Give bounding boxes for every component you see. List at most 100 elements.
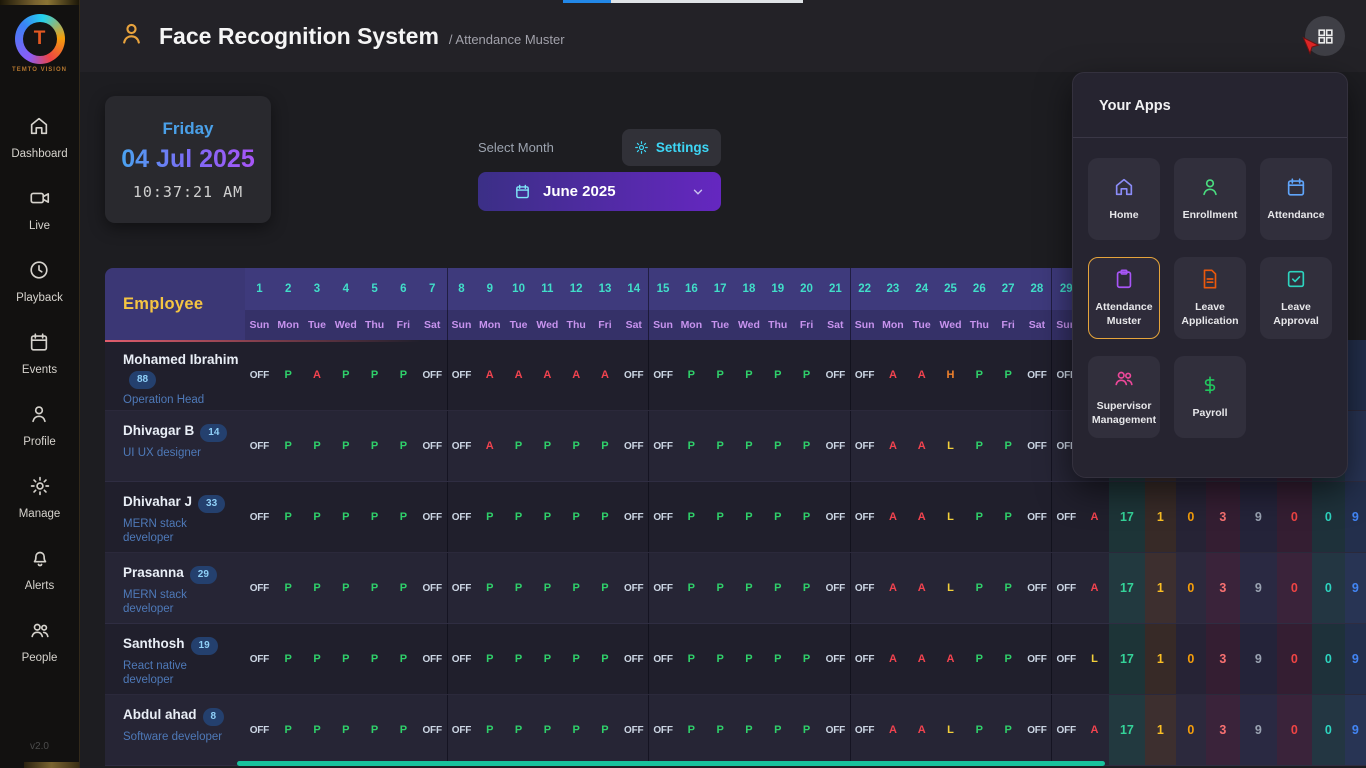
sidebar-item-label: Playback: [16, 292, 63, 304]
sidebar-item-dashboard[interactable]: Dashboard: [11, 115, 67, 160]
summary-cell: 17: [1109, 695, 1145, 765]
app-tile-label: Leave Approval: [1262, 301, 1330, 327]
summary-cell: 0: [1176, 482, 1206, 552]
attendance-cell: P: [533, 482, 562, 552]
day-number-cell: 14: [619, 268, 648, 310]
summary-cell: 0: [1176, 624, 1206, 694]
attendance-cell: OFF: [418, 340, 447, 410]
day-name-row: SunMonTueWedThuFriSatSunMonTueWedThuFriS…: [245, 310, 1109, 340]
attendance-cell: P: [994, 695, 1023, 765]
attendance-cell: P: [389, 553, 418, 623]
attendance-cell: P: [677, 482, 706, 552]
employee-role: MERN stack developer: [123, 517, 239, 547]
day-name-cell: Sun: [850, 310, 879, 340]
attendance-cell: P: [533, 411, 562, 481]
app-tile-label: Enrollment: [1183, 209, 1238, 222]
sidebar-item-profile[interactable]: Profile: [23, 403, 56, 448]
attendance-cell: P: [591, 695, 620, 765]
app-tile-supervisor-management[interactable]: Supervisor Management: [1088, 356, 1160, 438]
app-tile-leave-application[interactable]: Leave Application: [1174, 257, 1246, 339]
table-row: Prasanna29MERN stack developerOFFPPPPPOF…: [105, 553, 1366, 624]
app-tile-home[interactable]: Home: [1088, 158, 1160, 240]
app-tile-enrollment[interactable]: Enrollment: [1174, 158, 1246, 240]
sidebar-item-live[interactable]: Live: [29, 187, 51, 232]
attendance-cell: P: [591, 624, 620, 694]
day-number-cell: 28: [1023, 268, 1052, 310]
summary-cell: 3: [1206, 624, 1240, 694]
attendance-cell: P: [677, 624, 706, 694]
app-tile-attendance-muster[interactable]: Attendance Muster: [1088, 257, 1160, 339]
people-icon: [29, 619, 51, 646]
day-number-cell: 18: [735, 268, 764, 310]
sidebar-item-people[interactable]: People: [22, 619, 58, 664]
attendance-cell: P: [303, 695, 332, 765]
app-tile-payroll[interactable]: Payroll: [1174, 356, 1246, 438]
sidebar-item-manage[interactable]: Manage: [19, 475, 61, 520]
attendance-cell: OFF: [245, 624, 274, 694]
employee-id-badge: 29: [190, 566, 217, 584]
attendance-cell: P: [591, 553, 620, 623]
horizontal-scrollbar[interactable]: [237, 761, 1105, 766]
employee-cell[interactable]: Santhosh19React native developer: [105, 624, 245, 694]
top-header: Face Recognition System / Attendance Mus…: [80, 0, 1366, 72]
attendance-cell: OFF: [245, 553, 274, 623]
employee-cell[interactable]: Dhivagar B14UI UX designer: [105, 411, 245, 481]
attendance-cell: OFF: [1023, 411, 1052, 481]
attendance-cell: P: [331, 695, 360, 765]
attendance-cell: OFF: [619, 553, 648, 623]
day-number-cell: 20: [792, 268, 821, 310]
attendance-cell: P: [763, 695, 792, 765]
employee-role: Software developer: [123, 730, 239, 745]
attendance-cell: OFF: [821, 695, 850, 765]
attendance-cell: L: [936, 411, 965, 481]
attendance-cell: A: [504, 340, 533, 410]
attendance-cell: A: [303, 340, 332, 410]
day-name-cell: Wed: [936, 310, 965, 340]
file-icon: [1199, 268, 1221, 295]
your-apps-panel: Your Apps HomeEnrollmentAttendanceAttend…: [1072, 72, 1348, 478]
day-name-cell: Thu: [562, 310, 591, 340]
sidebar-item-playback[interactable]: Playback: [16, 259, 63, 304]
attendance-cell: OFF: [648, 624, 677, 694]
attendance-cell: OFF: [1023, 624, 1052, 694]
employee-cell[interactable]: Dhivahar J33MERN stack developer: [105, 482, 245, 552]
attendance-cell: OFF: [619, 482, 648, 552]
day-name-cell: Mon: [879, 310, 908, 340]
attendance-cell: A: [907, 482, 936, 552]
attendance-cell: OFF: [447, 411, 476, 481]
attendance-cell: OFF: [447, 624, 476, 694]
attendance-cell: P: [706, 411, 735, 481]
attendance-cell: P: [360, 482, 389, 552]
employee-id-badge: 8: [203, 708, 225, 726]
attendance-cell: A: [533, 340, 562, 410]
day-name-cell: Tue: [907, 310, 936, 340]
employee-cell[interactable]: Prasanna29MERN stack developer: [105, 553, 245, 623]
employee-cell[interactable]: Abdul ahad8Software developer: [105, 695, 245, 765]
day-number-cell: 8: [447, 268, 476, 310]
home-icon: [1113, 176, 1135, 203]
day-number-cell: 11: [533, 268, 562, 310]
employee-cell[interactable]: Mohamed Ibrahim88Operation Head: [105, 340, 245, 410]
employee-name: Prasanna29: [123, 565, 217, 580]
sidebar-item-events[interactable]: Events: [22, 331, 57, 376]
app-tile-leave-approval[interactable]: Leave Approval: [1260, 257, 1332, 339]
attendance-cell: A: [879, 411, 908, 481]
app-tile-attendance[interactable]: Attendance: [1260, 158, 1332, 240]
attendance-cell: P: [360, 340, 389, 410]
month-dropdown[interactable]: June 2025: [478, 172, 721, 211]
attendance-cell: P: [763, 340, 792, 410]
attendance-cell: P: [274, 553, 303, 623]
day-number-cell: 12: [562, 268, 591, 310]
day-name-cell: Fri: [994, 310, 1023, 340]
apps-grid: Home Enrollment Attendance Attendance Muste…: [1073, 138, 1347, 458]
settings-button[interactable]: Settings: [622, 129, 721, 166]
attendance-cell: P: [965, 553, 994, 623]
attendance-cell: OFF: [1051, 695, 1080, 765]
attendance-cell: P: [504, 695, 533, 765]
sidebar-item-alerts[interactable]: Alerts: [25, 547, 54, 592]
attendance-cell: P: [533, 695, 562, 765]
attendance-cell: A: [879, 340, 908, 410]
attendance-cell: P: [792, 695, 821, 765]
header-accent-line: [105, 340, 420, 342]
person-icon: [1199, 176, 1221, 203]
